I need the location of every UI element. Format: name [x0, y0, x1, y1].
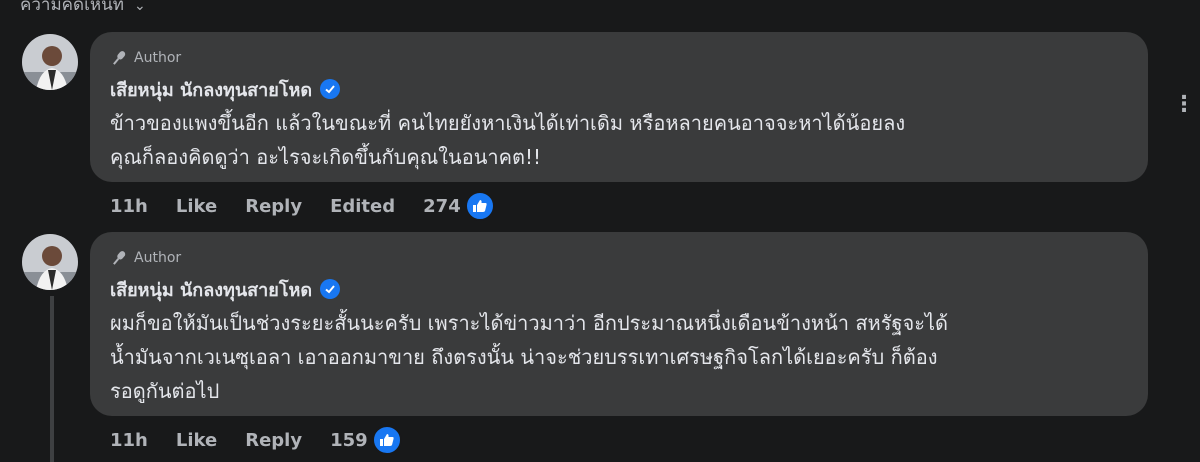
commenter-name-text: เสียหนุ่ม นักลงทุนสายโหด: [110, 79, 313, 101]
comment-text: ผมก็ขอให้มันเป็นช่วงระยะสั้นนะครับ เพราะ…: [110, 306, 1132, 408]
reactions-summary[interactable]: 274: [423, 191, 495, 221]
more-options-icon[interactable]: ⋮: [1172, 92, 1196, 117]
reaction-count: 159: [330, 429, 368, 451]
comment-line: น้ำมันจากเวเนซุเอลา เอาออกมาขาย ถึงตรงนั…: [110, 345, 938, 369]
microphone-icon: [113, 51, 126, 65]
edited-label[interactable]: Edited: [330, 196, 395, 217]
chevron-down-icon: ⌄: [133, 0, 146, 14]
author-badge-label: Author: [134, 250, 182, 266]
avatar-image: [22, 34, 78, 90]
section-header-label: ความคิดเห็นที่: [20, 0, 124, 15]
comment-bubble: Author เสียหนุ่ม นักลงทุนสายโหด ข้าวของแ…: [90, 32, 1148, 182]
author-badge: Author: [110, 48, 181, 68]
commenter-name-text: เสียหนุ่ม นักลงทุนสายโหด: [110, 279, 313, 301]
section-header-cut[interactable]: ความคิดเห็นที่ ⌄: [20, 0, 146, 18]
like-button[interactable]: Like: [176, 196, 217, 217]
microphone-icon: [113, 251, 126, 265]
reply-button[interactable]: Reply: [245, 430, 302, 451]
verified-badge-icon: [320, 279, 341, 299]
commenter-name[interactable]: เสียหนุ่ม นักลงทุนสายโหด: [110, 76, 341, 102]
commenter-name[interactable]: เสียหนุ่ม นักลงทุนสายโหด: [110, 276, 341, 302]
author-badge: Author: [110, 248, 181, 268]
reply-button[interactable]: Reply: [245, 196, 302, 217]
comment-line: คุณก็ลองคิดดูว่า อะไรจะเกิดขึ้นกับคุณในอ…: [110, 145, 542, 169]
comment-bubble: Author เสียหนุ่ม นักลงทุนสายโหด ผมก็ขอให…: [90, 232, 1148, 416]
thumbs-up-icon: [371, 425, 402, 455]
thumbs-up-icon: [464, 191, 495, 221]
reply-thread-line: [50, 296, 54, 462]
avatar[interactable]: [22, 234, 78, 290]
comment-line: ข้าวของแพงขึ้นอีก แล้วในขณะที่ คนไทยยังห…: [110, 111, 906, 135]
comment-text: ข้าวของแพงขึ้นอีก แล้วในขณะที่ คนไทยยังห…: [110, 106, 1132, 174]
timestamp-link[interactable]: 11h: [110, 430, 148, 451]
comment-actions: 11h Like Reply Edited 274: [110, 191, 495, 221]
avatar[interactable]: [22, 34, 78, 90]
timestamp-link[interactable]: 11h: [110, 196, 148, 217]
comment-line: รอดูกันต่อไป: [110, 379, 220, 403]
reactions-summary[interactable]: 159: [330, 425, 402, 455]
comment-actions: 11h Like Reply 159: [110, 425, 402, 455]
author-badge-label: Author: [134, 50, 182, 66]
reaction-count: 274: [423, 195, 461, 217]
like-button[interactable]: Like: [176, 430, 217, 451]
verified-badge-icon: [320, 79, 341, 99]
avatar-image: [22, 234, 78, 290]
comment-line: ผมก็ขอให้มันเป็นช่วงระยะสั้นนะครับ เพราะ…: [110, 311, 949, 335]
